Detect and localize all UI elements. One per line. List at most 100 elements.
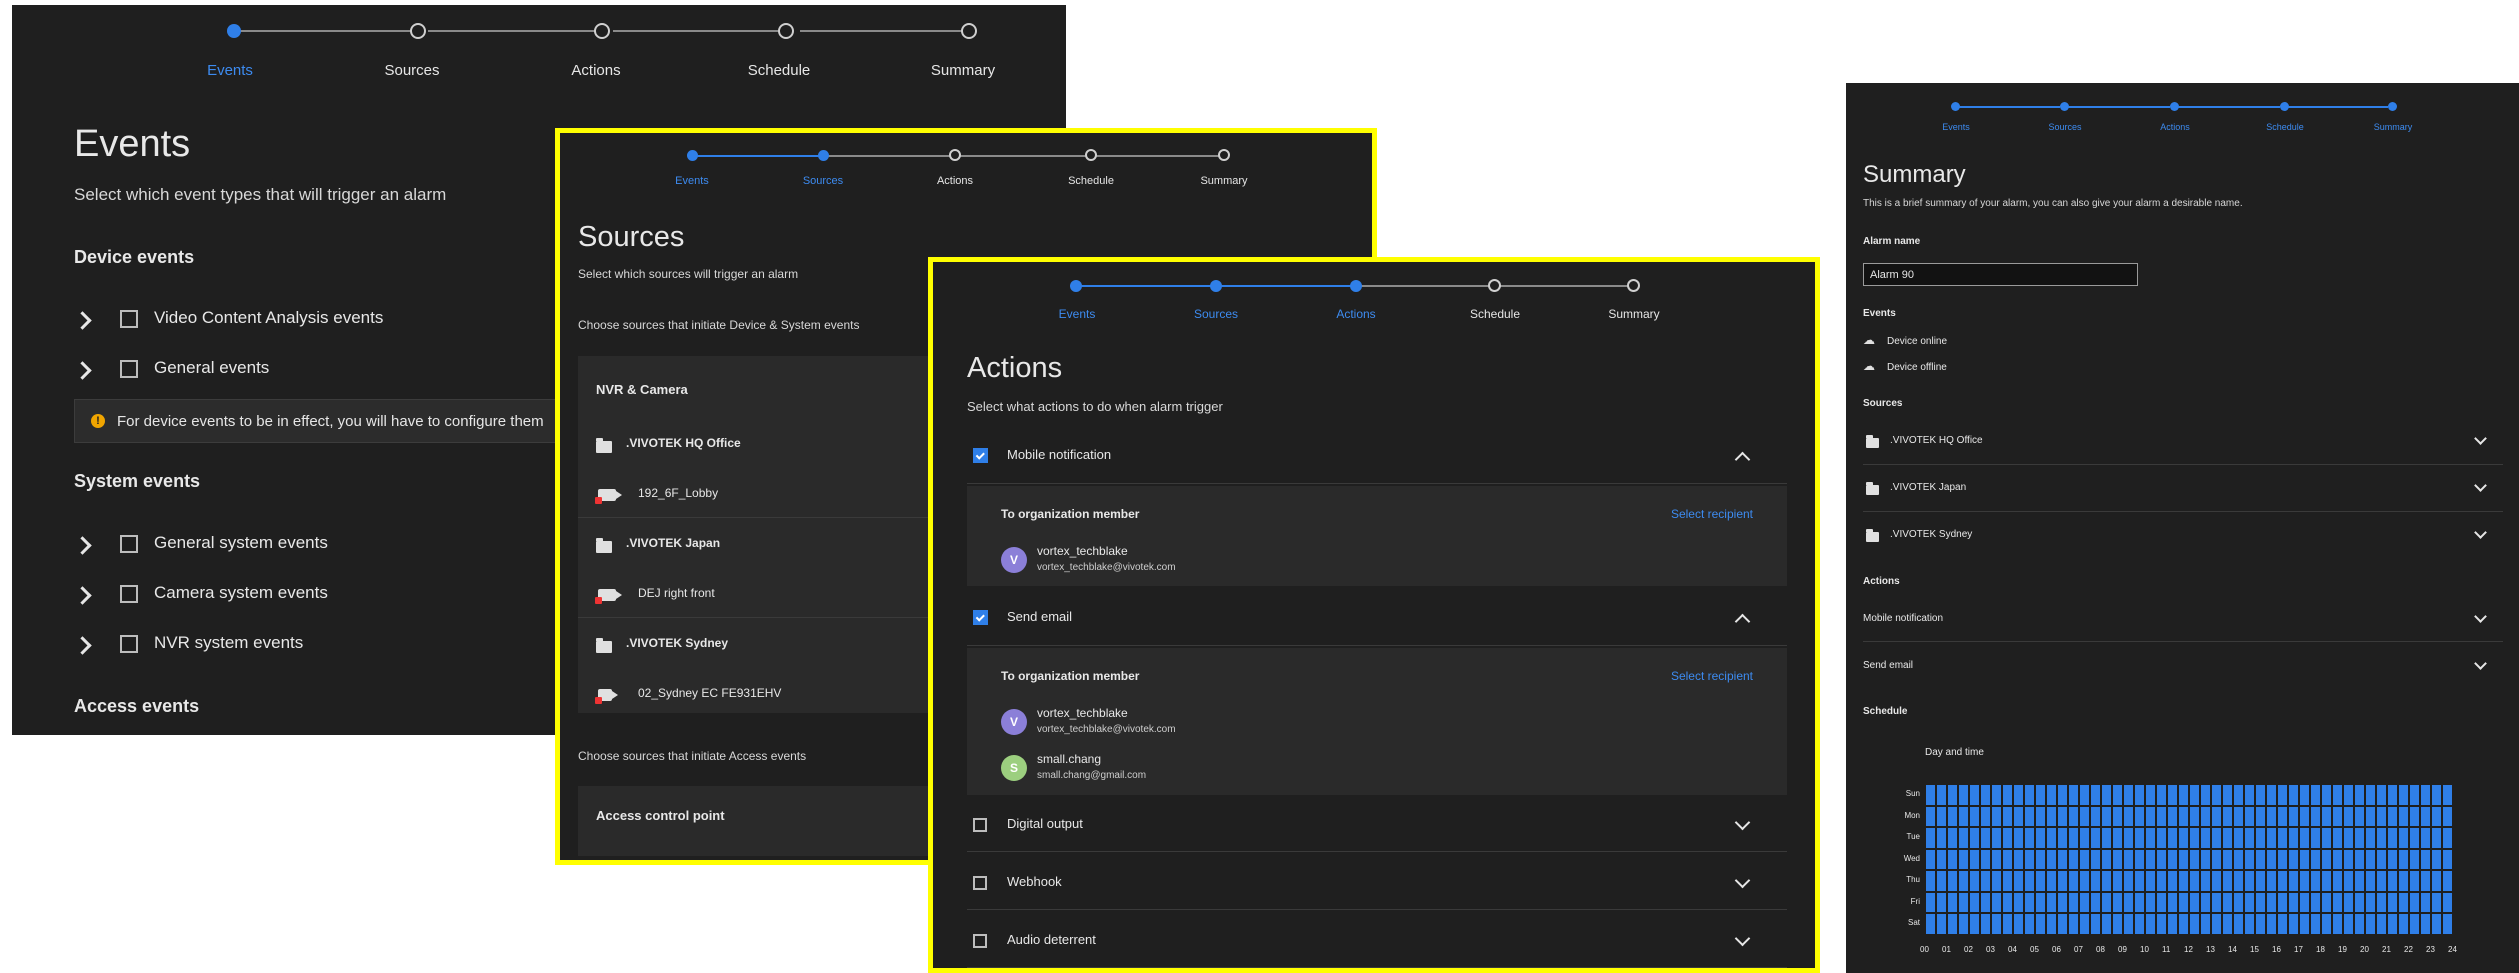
schedule-cell[interactable] (2267, 849, 2276, 869)
schedule-cell[interactable] (2091, 785, 2100, 805)
schedule-cell[interactable] (2190, 914, 2199, 934)
schedule-cell[interactable] (2113, 871, 2122, 891)
schedule-cell[interactable] (2300, 892, 2309, 912)
schedule-cell[interactable] (2036, 828, 2045, 848)
site-name[interactable]: .VIVOTEK HQ Office (626, 436, 741, 450)
schedule-cell[interactable] (2388, 871, 2397, 891)
schedule-cell[interactable] (1937, 828, 1946, 848)
schedule-cell[interactable] (1959, 849, 1968, 869)
schedule-cell[interactable] (2366, 785, 2375, 805)
schedule-cell[interactable] (2168, 914, 2177, 934)
schedule-cell[interactable] (2432, 849, 2441, 869)
schedule-cell[interactable] (2113, 785, 2122, 805)
schedule-cell[interactable] (2245, 871, 2254, 891)
schedule-cell[interactable] (2300, 849, 2309, 869)
schedule-cell[interactable] (2432, 871, 2441, 891)
schedule-cell[interactable] (2234, 785, 2243, 805)
schedule-cell[interactable] (2036, 849, 2045, 869)
event-checkbox[interactable] (120, 310, 138, 328)
schedule-cell[interactable] (2234, 828, 2243, 848)
schedule-cell[interactable] (1937, 806, 1946, 826)
camera-name[interactable]: 02_Sydney EC FE931EHV (638, 686, 781, 700)
step-dot-schedule[interactable] (778, 23, 794, 39)
schedule-cell[interactable] (2069, 871, 2078, 891)
schedule-cell[interactable] (2399, 806, 2408, 826)
schedule-cell[interactable] (2069, 785, 2078, 805)
step-dot-summary[interactable] (1218, 149, 1230, 161)
schedule-cell[interactable] (2278, 871, 2287, 891)
schedule-cell[interactable] (2223, 785, 2232, 805)
schedule-cell[interactable] (1981, 828, 1990, 848)
schedule-cell[interactable] (2003, 849, 2012, 869)
schedule-cell[interactable] (2311, 871, 2320, 891)
schedule-cell[interactable] (1992, 914, 2001, 934)
schedule-cell[interactable] (2168, 828, 2177, 848)
schedule-cell[interactable] (2157, 871, 2166, 891)
schedule-cell[interactable] (2322, 892, 2331, 912)
schedule-cell[interactable] (2058, 892, 2067, 912)
schedule-cell[interactable] (2256, 785, 2265, 805)
schedule-cell[interactable] (2333, 914, 2342, 934)
schedule-cell[interactable] (2113, 806, 2122, 826)
schedule-cell[interactable] (2135, 849, 2144, 869)
schedule-cell[interactable] (2377, 892, 2386, 912)
schedule-cell[interactable] (2421, 806, 2430, 826)
step-label-events[interactable]: Events (675, 175, 709, 187)
schedule-cell[interactable] (2135, 806, 2144, 826)
schedule-cell[interactable] (1992, 871, 2001, 891)
schedule-cell[interactable] (2410, 914, 2419, 934)
schedule-cell[interactable] (1981, 806, 1990, 826)
schedule-cell[interactable] (2036, 785, 2045, 805)
schedule-cell[interactable] (2124, 914, 2133, 934)
schedule-cell[interactable] (2443, 892, 2452, 912)
schedule-cell[interactable] (2212, 892, 2221, 912)
schedule-cell[interactable] (2322, 914, 2331, 934)
schedule-cell[interactable] (2311, 828, 2320, 848)
schedule-cell[interactable] (2377, 871, 2386, 891)
schedule-cell[interactable] (2113, 828, 2122, 848)
schedule-cell[interactable] (2080, 849, 2089, 869)
schedule-cell[interactable] (1926, 785, 1935, 805)
schedule-cell[interactable] (2179, 892, 2188, 912)
schedule-cell[interactable] (2344, 806, 2353, 826)
step-label-events[interactable]: Events (207, 62, 253, 79)
schedule-cell[interactable] (2146, 892, 2155, 912)
schedule-cell[interactable] (2300, 828, 2309, 848)
site-name[interactable]: .VIVOTEK Japan (626, 536, 720, 550)
schedule-cell[interactable] (2333, 849, 2342, 869)
schedule-cell[interactable] (2432, 828, 2441, 848)
schedule-cell[interactable] (2443, 871, 2452, 891)
schedule-cell[interactable] (1937, 892, 1946, 912)
schedule-cell[interactable] (2036, 892, 2045, 912)
schedule-cell[interactable] (2025, 849, 2034, 869)
schedule-cell[interactable] (2091, 871, 2100, 891)
schedule-cell[interactable] (2069, 914, 2078, 934)
schedule-cell[interactable] (1948, 914, 1957, 934)
collapse-icon[interactable] (1734, 613, 1751, 630)
schedule-cell[interactable] (2080, 871, 2089, 891)
schedule-cell[interactable] (2355, 806, 2364, 826)
schedule-cell[interactable] (2278, 785, 2287, 805)
schedule-cell[interactable] (2168, 785, 2177, 805)
schedule-cell[interactable] (1937, 871, 1946, 891)
schedule-cell[interactable] (2421, 892, 2430, 912)
step-dot-sources[interactable] (410, 23, 426, 39)
schedule-cell[interactable] (2322, 828, 2331, 848)
schedule-cell[interactable] (2201, 806, 2210, 826)
schedule-cell[interactable] (2366, 806, 2375, 826)
schedule-cell[interactable] (2058, 871, 2067, 891)
action-checkbox[interactable] (973, 818, 987, 832)
schedule-cell[interactable] (2047, 892, 2056, 912)
schedule-cell[interactable] (2443, 828, 2452, 848)
schedule-cell[interactable] (2234, 871, 2243, 891)
schedule-cell[interactable] (2003, 892, 2012, 912)
schedule-cell[interactable] (2146, 785, 2155, 805)
step-dot-events[interactable] (227, 24, 241, 38)
schedule-cell[interactable] (1981, 914, 1990, 934)
schedule-cell[interactable] (2333, 785, 2342, 805)
schedule-cell[interactable] (2168, 871, 2177, 891)
schedule-cell[interactable] (2300, 785, 2309, 805)
schedule-cell[interactable] (2256, 849, 2265, 869)
schedule-cell[interactable] (2245, 892, 2254, 912)
schedule-cell[interactable] (2135, 828, 2144, 848)
